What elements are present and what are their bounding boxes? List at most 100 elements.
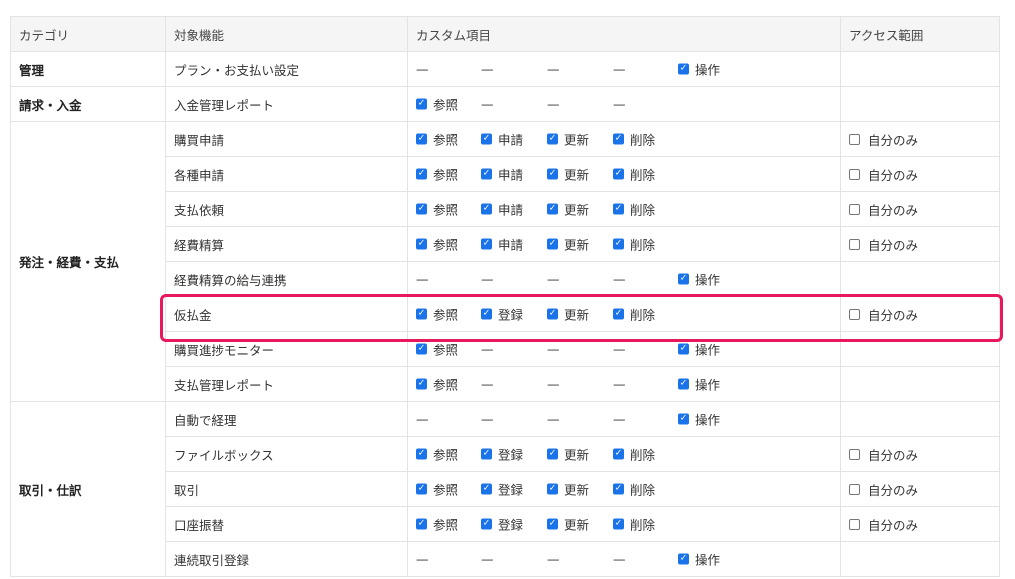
checkbox-checked[interactable]: ✓ [416,518,427,530]
permission-checkbox-item[interactable]: ✓ 登録 [481,305,523,324]
permission-checkbox-item[interactable]: ✓ 参照 [416,445,458,464]
permission-checkbox-item[interactable]: ✓ 操作 [678,340,720,359]
checkbox-checked[interactable]: ✓ [416,483,427,495]
access-scope-option[interactable]: 自分のみ [849,130,999,149]
access-scope-option[interactable]: 自分のみ [849,305,999,324]
permission-checkbox-item[interactable]: ✓ 登録 [481,445,523,464]
checkbox-checked[interactable]: ✓ [547,483,558,495]
checkbox-unchecked[interactable] [849,518,860,530]
permission-checkbox-item[interactable]: ✓ 参照 [416,340,458,359]
permission-checkbox-item[interactable]: ✓ 登録 [481,515,523,534]
checkbox-checked[interactable]: ✓ [613,238,624,250]
permission-checkbox-item[interactable]: ✓ 更新 [547,445,589,464]
permission-checkbox-item[interactable]: ✓ 申請 [481,235,523,254]
checkbox-checked[interactable]: ✓ [678,343,689,355]
checkbox-checked[interactable]: ✓ [547,518,558,530]
permission-checkbox-item[interactable]: ✓ 更新 [547,200,589,219]
checkbox-checked[interactable]: ✓ [416,133,427,145]
permission-checkbox-item[interactable]: ✓ 参照 [416,480,458,499]
permission-checkbox-item[interactable]: ✓ 参照 [416,95,458,114]
permission-checkbox-item[interactable]: ✓ 削除 [613,200,655,219]
permission-checkbox-item[interactable]: ✓ 操作 [678,550,720,569]
permission-checkbox-item[interactable]: ✓ 削除 [613,130,655,149]
checkbox-checked[interactable]: ✓ [613,518,624,530]
checkbox-checked[interactable]: ✓ [547,238,558,250]
checkbox-unchecked[interactable] [849,203,860,215]
access-scope-option[interactable]: 自分のみ [849,515,999,534]
checkbox-unchecked[interactable] [849,308,860,320]
checkbox-checked[interactable]: ✓ [416,343,427,355]
permission-checkbox-item[interactable]: ✓ 申請 [481,130,523,149]
checkbox-checked[interactable]: ✓ [481,238,492,250]
permission-checkbox-item[interactable]: ✓ 操作 [678,270,720,289]
checkbox-checked[interactable]: ✓ [416,238,427,250]
checkbox-checked[interactable]: ✓ [613,168,624,180]
permission-checkbox-item[interactable]: ✓ 削除 [613,165,655,184]
permission-checkbox-item[interactable]: ✓ 削除 [613,235,655,254]
checkbox-checked[interactable]: ✓ [416,308,427,320]
checkbox-checked[interactable]: ✓ [613,308,624,320]
permission-checkbox-item[interactable]: ✓ 申請 [481,165,523,184]
checkbox-checked[interactable]: ✓ [547,308,558,320]
permission-checkbox-item[interactable]: ✓ 参照 [416,165,458,184]
checkbox-unchecked[interactable] [849,168,860,180]
permission-checkbox-item[interactable]: ✓ 参照 [416,515,458,534]
permission-checkbox-item[interactable]: ✓ 更新 [547,235,589,254]
checkbox-checked[interactable]: ✓ [547,203,558,215]
access-scope-option[interactable]: 自分のみ [849,445,999,464]
checkbox-checked[interactable]: ✓ [678,273,689,285]
permission-checkbox-item[interactable]: ✓ 更新 [547,515,589,534]
checkbox-checked[interactable]: ✓ [481,168,492,180]
checkbox-checked[interactable]: ✓ [613,133,624,145]
checkbox-unchecked[interactable] [849,133,860,145]
access-scope-option[interactable]: 自分のみ [849,235,999,254]
checkbox-checked[interactable]: ✓ [416,168,427,180]
checkbox-checked[interactable]: ✓ [416,98,427,110]
permission-checkbox-item[interactable]: ✓ 削除 [613,480,655,499]
permission-checkbox-item[interactable]: ✓ 更新 [547,130,589,149]
permission-checkbox-item[interactable]: ✓ 削除 [613,445,655,464]
permission-checkbox-item[interactable]: ✓ 削除 [613,515,655,534]
permission-checkbox-item[interactable]: ✓ 操作 [678,60,720,79]
dash-mark: — [547,271,560,287]
checkbox-unchecked[interactable] [849,238,860,250]
access-scope-cell: 自分のみ [840,226,1000,262]
checkbox-checked[interactable]: ✓ [678,413,689,425]
permission-checkbox-item[interactable]: ✓ 更新 [547,305,589,324]
permission-checkbox-item[interactable]: ✓ 更新 [547,165,589,184]
checkbox-checked[interactable]: ✓ [481,518,492,530]
checkbox-unchecked[interactable] [849,448,860,460]
permission-checkbox-item[interactable]: ✓ 参照 [416,305,458,324]
checkbox-checked[interactable]: ✓ [678,378,689,390]
permission-checkbox-item[interactable]: ✓ 参照 [416,200,458,219]
checkbox-checked[interactable]: ✓ [547,133,558,145]
checkbox-checked[interactable]: ✓ [678,63,689,75]
checkbox-checked[interactable]: ✓ [547,168,558,180]
checkbox-checked[interactable]: ✓ [613,483,624,495]
checkbox-checked[interactable]: ✓ [481,308,492,320]
checkbox-checked[interactable]: ✓ [613,203,624,215]
checkbox-checked[interactable]: ✓ [416,378,427,390]
permission-checkbox-item[interactable]: ✓ 申請 [481,200,523,219]
permission-checkbox-item[interactable]: ✓ 登録 [481,480,523,499]
checkbox-checked[interactable]: ✓ [416,203,427,215]
checkbox-checked[interactable]: ✓ [481,133,492,145]
permission-checkbox-item[interactable]: ✓ 参照 [416,235,458,254]
checkbox-checked[interactable]: ✓ [613,448,624,460]
permission-checkbox-item[interactable]: ✓ 更新 [547,480,589,499]
access-scope-option[interactable]: 自分のみ [849,480,999,499]
permission-checkbox-item[interactable]: ✓ 操作 [678,410,720,429]
checkbox-checked[interactable]: ✓ [547,448,558,460]
permission-checkbox-item[interactable]: ✓ 参照 [416,375,458,394]
permission-checkbox-item[interactable]: ✓ 参照 [416,130,458,149]
permission-checkbox-item[interactable]: ✓ 削除 [613,305,655,324]
checkbox-unchecked[interactable] [849,483,860,495]
access-scope-option[interactable]: 自分のみ [849,165,999,184]
checkbox-checked[interactable]: ✓ [416,448,427,460]
checkbox-checked[interactable]: ✓ [678,553,689,565]
checkbox-checked[interactable]: ✓ [481,448,492,460]
checkbox-checked[interactable]: ✓ [481,203,492,215]
access-scope-option[interactable]: 自分のみ [849,200,999,219]
permission-checkbox-item[interactable]: ✓ 操作 [678,375,720,394]
checkbox-checked[interactable]: ✓ [481,483,492,495]
